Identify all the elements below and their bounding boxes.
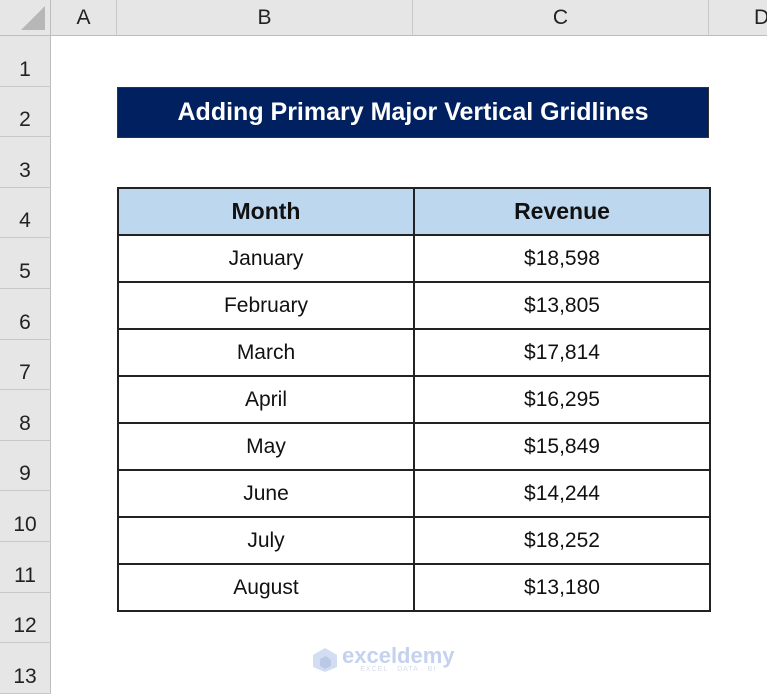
table-row: July $18,252 bbox=[117, 516, 711, 565]
table-row: April $16,295 bbox=[117, 375, 711, 424]
select-all-corner[interactable] bbox=[0, 0, 51, 36]
month-cell[interactable]: May bbox=[117, 422, 415, 471]
revenue-cell[interactable]: $13,180 bbox=[413, 563, 711, 612]
table-header-row: Month Revenue bbox=[117, 187, 711, 236]
table-row: August $13,180 bbox=[117, 563, 711, 612]
month-cell[interactable]: April bbox=[117, 375, 415, 424]
column-header-b[interactable]: B bbox=[117, 0, 413, 36]
select-all-icon bbox=[21, 6, 45, 30]
header-month[interactable]: Month bbox=[117, 187, 415, 236]
column-header-c[interactable]: C bbox=[413, 0, 709, 36]
row-header-13[interactable]: 13 bbox=[0, 643, 51, 694]
row-header-6[interactable]: 6 bbox=[0, 289, 51, 340]
revenue-table: Month Revenue January $18,598 February $13… bbox=[117, 187, 711, 612]
revenue-cell[interactable]: $16,295 bbox=[413, 375, 711, 424]
row-header-12[interactable]: 12 bbox=[0, 592, 51, 644]
header-revenue[interactable]: Revenue bbox=[413, 187, 711, 236]
month-cell[interactable]: March bbox=[117, 328, 415, 377]
month-cell[interactable]: February bbox=[117, 281, 415, 330]
row-header-2[interactable]: 2 bbox=[0, 86, 51, 138]
revenue-cell[interactable]: $18,598 bbox=[413, 234, 711, 283]
exceldemy-logo-icon bbox=[313, 647, 337, 672]
table-row: January $18,598 bbox=[117, 234, 711, 283]
revenue-cell[interactable]: $13,805 bbox=[413, 281, 711, 330]
revenue-cell[interactable]: $17,814 bbox=[413, 328, 711, 377]
row-header-8[interactable]: 8 bbox=[0, 390, 51, 441]
row-header-7[interactable]: 7 bbox=[0, 339, 51, 391]
row-header-5[interactable]: 5 bbox=[0, 238, 51, 289]
month-cell[interactable]: July bbox=[117, 516, 415, 565]
row-header-3[interactable]: 3 bbox=[0, 137, 51, 188]
table-row: May $15,849 bbox=[117, 422, 711, 471]
column-header-a[interactable]: A bbox=[51, 0, 117, 36]
revenue-cell[interactable]: $15,849 bbox=[413, 422, 711, 471]
row-header-1[interactable]: 1 bbox=[0, 36, 51, 87]
row-header-9[interactable]: 9 bbox=[0, 440, 51, 492]
month-cell[interactable]: August bbox=[117, 563, 415, 612]
month-cell[interactable]: January bbox=[117, 234, 415, 283]
row-header-4[interactable]: 4 bbox=[0, 187, 51, 239]
watermark-brand: exceldemy bbox=[342, 643, 455, 668]
table-row: June $14,244 bbox=[117, 469, 711, 518]
row-header-11[interactable]: 11 bbox=[0, 542, 51, 593]
month-cell[interactable]: June bbox=[117, 469, 415, 518]
revenue-cell[interactable]: $18,252 bbox=[413, 516, 711, 565]
row-header-10[interactable]: 10 bbox=[0, 491, 51, 542]
column-header-d[interactable]: D bbox=[709, 0, 767, 36]
table-row: February $13,805 bbox=[117, 281, 711, 330]
revenue-cell[interactable]: $14,244 bbox=[413, 469, 711, 518]
watermark: exceldemy EXCEL · DATA · BI bbox=[312, 643, 455, 673]
sheet-title: Adding Primary Major Vertical Gridlines bbox=[117, 87, 709, 138]
table-row: March $17,814 bbox=[117, 328, 711, 377]
